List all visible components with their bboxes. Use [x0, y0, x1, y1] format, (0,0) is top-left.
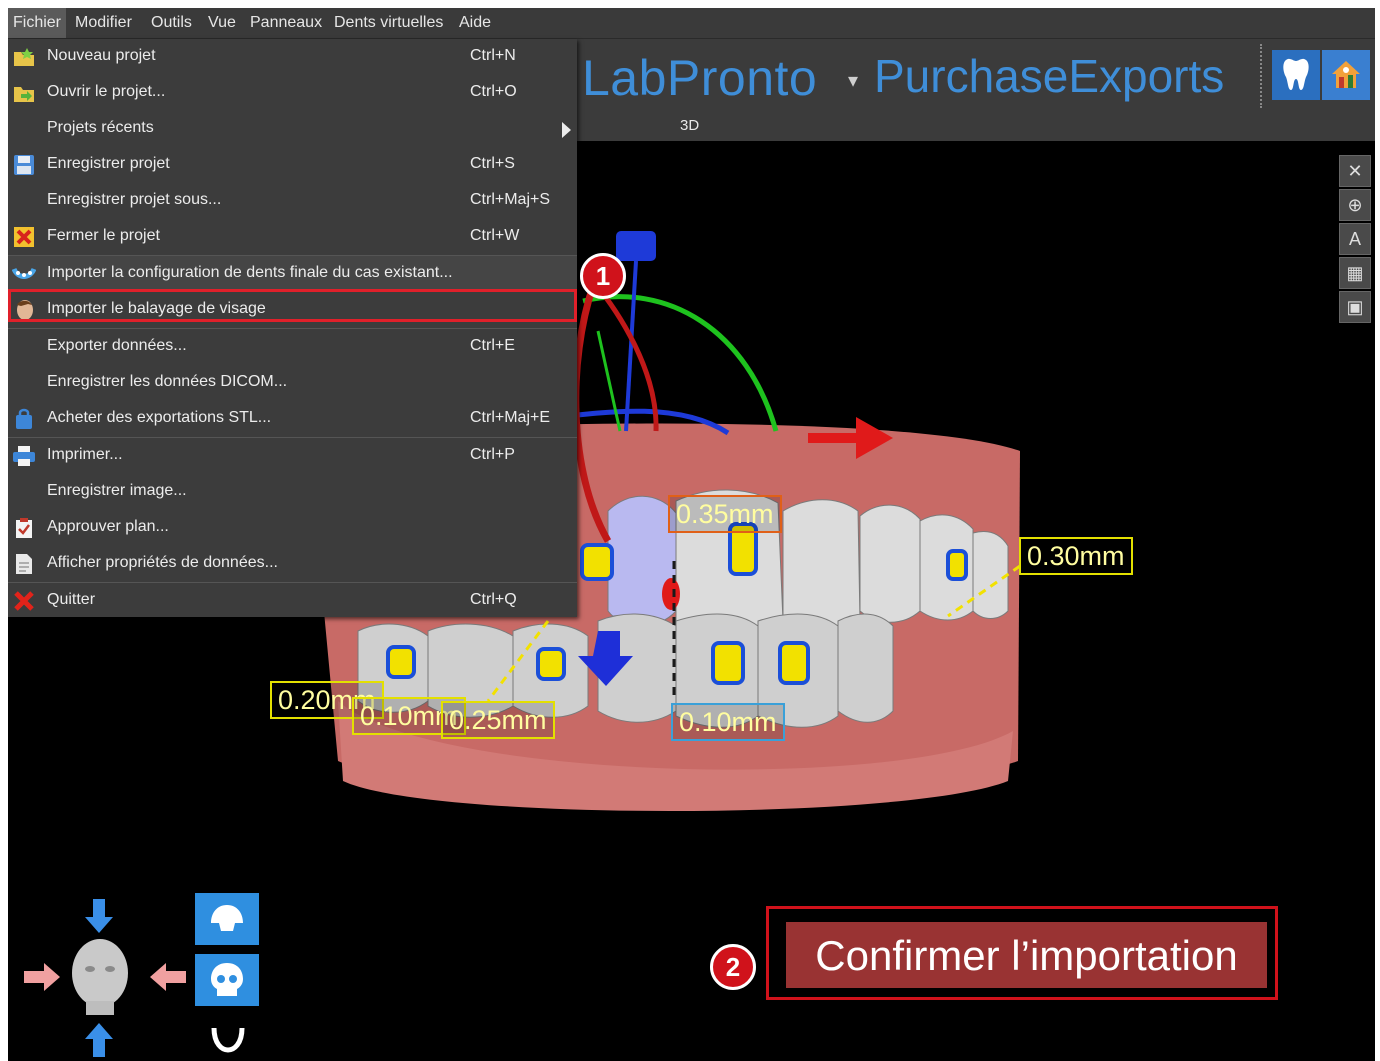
menu-item-print[interactable]: Imprimer... Ctrl+P [8, 438, 577, 474]
menu-modifier[interactable]: Modifier [70, 8, 137, 38]
header-divider [1260, 44, 1266, 108]
menu-item-data-properties[interactable]: Afficher propriétés de données... [8, 546, 577, 582]
clipboard-icon [12, 516, 36, 540]
tooth-icon[interactable] [1272, 50, 1320, 100]
menu-item-recent-projects[interactable]: Projets récents [8, 111, 577, 147]
close-project-icon [12, 225, 36, 249]
menu-item-import-final-teeth-config[interactable]: Importer la configuration de dents final… [8, 256, 577, 292]
brand-labpronto: LabPronto [582, 50, 818, 106]
menu-item-save-image[interactable]: Enregistrer image... [8, 474, 577, 510]
tool-rotate-icon[interactable]: ⊕ [1339, 189, 1371, 221]
house-settings-icon[interactable] [1322, 50, 1370, 100]
tool-grid-icon[interactable]: ▦ [1339, 257, 1371, 289]
arrow-down-icon [85, 899, 113, 933]
menu-item-quit[interactable]: Quitter Ctrl+Q [8, 583, 577, 619]
brand-dropdown-icon[interactable]: ▾ [848, 68, 858, 93]
tab-3d[interactable]: 3D [680, 117, 699, 134]
measurement-label: 0.25mm [441, 701, 555, 739]
tool-screenshot-icon[interactable]: ▣ [1339, 291, 1371, 323]
tool-measure-icon[interactable]: ✕ [1339, 155, 1371, 187]
arrow-left-icon [150, 963, 186, 991]
measurement-label: 0.10mm [671, 703, 785, 741]
lower-jaw-icon[interactable] [208, 1024, 248, 1054]
menu-vue[interactable]: Vue [203, 8, 241, 38]
open-folder-icon [12, 81, 36, 105]
menu-item-open-project[interactable]: Ouvrir le projet... Ctrl+O [8, 75, 577, 111]
menu-item-save-project-as[interactable]: Enregistrer projet sous... Ctrl+Maj+S [8, 183, 577, 219]
upper-jaw-button[interactable] [195, 893, 259, 945]
save-icon [12, 153, 36, 177]
arrow-up-icon [85, 1023, 113, 1057]
menu-item-export-data[interactable]: Exporter données... Ctrl+E [8, 329, 577, 365]
menu-fichier[interactable]: Fichier [8, 8, 67, 38]
menu-item-save-dicom[interactable]: Enregistrer les données DICOM... [8, 365, 577, 401]
menu-item-new-project[interactable]: Nouveau projet Ctrl+N [8, 39, 577, 75]
brand-purchaseexports: PurchaseExports [874, 50, 1225, 102]
application-window: Fichier Modifier Outils Vue Panneaux Den… [8, 8, 1375, 1061]
new-project-icon [12, 45, 36, 69]
menu-panneaux[interactable]: Panneaux [245, 8, 327, 38]
step-2-badge: 2 [710, 944, 756, 990]
tool-annotation-icon[interactable]: A [1339, 223, 1371, 255]
menu-bar: Fichier Modifier Outils Vue Panneaux Den… [8, 8, 1375, 39]
arrow-right-icon [24, 963, 60, 991]
skull-view-button[interactable] [195, 954, 259, 1006]
menu-aide[interactable]: Aide [454, 8, 496, 38]
head-icon [72, 939, 128, 1015]
file-menu: Nouveau projet Ctrl+N Ouvrir le projet..… [8, 39, 577, 617]
teeth-arch-icon [12, 262, 36, 286]
measurement-label: 0.30mm [1019, 537, 1133, 575]
submenu-arrow-icon [562, 122, 571, 138]
menu-outils[interactable]: Outils [146, 8, 197, 38]
menu-item-approve-plan[interactable]: Approuver plan... [8, 510, 577, 546]
menu-dents-virtuelles[interactable]: Dents virtuelles [329, 8, 448, 38]
menu-item-buy-stl-exports[interactable]: Acheter des exportations STL... Ctrl+Maj… [8, 401, 577, 437]
import-highlight-frame [8, 289, 577, 322]
quit-icon [12, 589, 36, 613]
measurement-label: 0.35mm [668, 495, 782, 533]
shopping-bag-icon [12, 407, 36, 431]
document-icon [12, 552, 36, 576]
step-1-badge: 1 [580, 253, 626, 299]
menu-item-save-project[interactable]: Enregistrer projet Ctrl+S [8, 147, 577, 183]
printer-icon [12, 444, 36, 468]
menu-item-close-project[interactable]: Fermer le projet Ctrl+W [8, 219, 577, 255]
confirm-import-button[interactable]: Confirmer l’importation [786, 922, 1267, 988]
